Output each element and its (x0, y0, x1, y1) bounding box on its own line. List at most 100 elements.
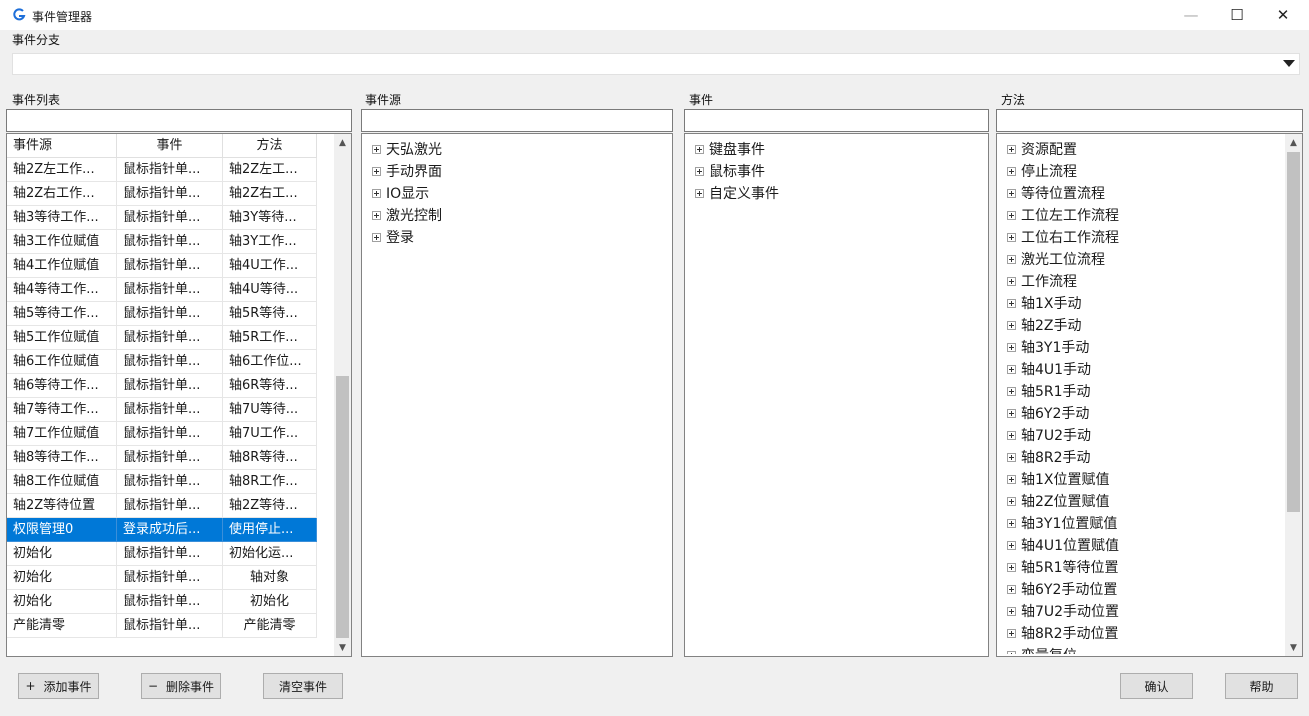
tree-node[interactable]: 轴3Y1位置赋值 (1007, 512, 1119, 534)
tree-node[interactable]: 工位右工作流程 (1007, 226, 1119, 248)
tree-node[interactable]: 资源配置 (1007, 138, 1119, 160)
scroll-down-icon[interactable]: ▼ (1285, 639, 1302, 656)
scroll-up-icon[interactable]: ▲ (334, 134, 351, 151)
event-list-filter-input[interactable] (6, 109, 352, 132)
minimize-icon[interactable]: — (1168, 0, 1214, 30)
chevron-down-icon[interactable] (1283, 60, 1295, 67)
tree-node[interactable]: 激光工位流程 (1007, 248, 1119, 270)
source-filter-input[interactable] (361, 109, 673, 132)
scroll-up-icon[interactable]: ▲ (1285, 134, 1302, 151)
maximize-icon[interactable]: ☐ (1214, 0, 1260, 30)
tree-node[interactable]: 轴7U2手动位置 (1007, 600, 1119, 622)
table-row[interactable]: 权限管理0 登录成功后... 使用停止... (7, 518, 333, 542)
table-row[interactable]: 轴2Z左工作... 鼠标指针单... 轴2Z左工... (7, 158, 333, 182)
expand-icon[interactable] (1007, 320, 1016, 330)
tree-node[interactable]: 自定义事件 (695, 182, 779, 204)
clear-events-button[interactable]: 清空事件 (263, 673, 343, 699)
expand-icon[interactable] (1007, 254, 1016, 264)
event-list-scrollbar[interactable]: ▲ ▼ (334, 134, 351, 656)
tree-node[interactable]: 轴3Y1手动 (1007, 336, 1119, 358)
tree-node[interactable]: 轴2Z手动 (1007, 314, 1119, 336)
tree-node[interactable]: 轴6Y2手动位置 (1007, 578, 1119, 600)
method-filter-input[interactable] (996, 109, 1303, 132)
expand-icon[interactable] (1007, 650, 1016, 654)
tree-node[interactable]: 轴5R1等待位置 (1007, 556, 1119, 578)
scrollbar-thumb[interactable] (1287, 152, 1300, 512)
table-row[interactable]: 轴2Z等待位置 鼠标指针单... 轴2Z等待... (7, 494, 333, 518)
expand-icon[interactable] (372, 232, 381, 242)
expand-icon[interactable] (1007, 144, 1016, 154)
tree-node[interactable]: 工作流程 (1007, 270, 1119, 292)
expand-icon[interactable] (1007, 276, 1016, 286)
table-row[interactable]: 初始化 鼠标指针单... 初始化运... (7, 542, 333, 566)
expand-icon[interactable] (1007, 562, 1016, 572)
tree-node[interactable]: 轴5R1手动 (1007, 380, 1119, 402)
tree-node[interactable]: 轴4U1位置赋值 (1007, 534, 1119, 556)
expand-icon[interactable] (1007, 540, 1016, 550)
tree-node[interactable]: 轴1X手动 (1007, 292, 1119, 314)
table-row[interactable]: 轴3工作位赋值 鼠标指针单... 轴3Y工作... (7, 230, 333, 254)
table-row[interactable]: 轴6等待工作... 鼠标指针单... 轴6R等待... (7, 374, 333, 398)
tree-node[interactable]: 轴6Y2手动 (1007, 402, 1119, 424)
tree-node[interactable]: 轴7U2手动 (1007, 424, 1119, 446)
tree-node[interactable]: IO显示 (372, 182, 442, 204)
scrollbar-thumb[interactable] (336, 376, 349, 638)
tree-node[interactable]: 轴2Z位置赋值 (1007, 490, 1119, 512)
tree-node[interactable]: 轴4U1手动 (1007, 358, 1119, 380)
expand-icon[interactable] (1007, 232, 1016, 242)
tree-node[interactable]: 轴8R2手动 (1007, 446, 1119, 468)
event-filter-input[interactable] (684, 109, 989, 132)
tree-node[interactable]: 工位左工作流程 (1007, 204, 1119, 226)
expand-icon[interactable] (1007, 386, 1016, 396)
expand-icon[interactable] (695, 166, 704, 176)
expand-icon[interactable] (1007, 188, 1016, 198)
tree-node[interactable]: 轴8R2手动位置 (1007, 622, 1119, 644)
column-header-method[interactable]: 方法 (223, 134, 317, 158)
expand-icon[interactable] (1007, 166, 1016, 176)
table-row[interactable]: 轴5工作位赋值 鼠标指针单... 轴5R工作... (7, 326, 333, 350)
expand-icon[interactable] (1007, 342, 1016, 352)
table-row[interactable]: 轴4等待工作... 鼠标指针单... 轴4U等待... (7, 278, 333, 302)
confirm-button[interactable]: 确认 (1120, 673, 1193, 699)
add-event-button[interactable]: + 添加事件 (18, 673, 99, 699)
expand-icon[interactable] (1007, 518, 1016, 528)
table-row[interactable]: 产能清零 鼠标指针单... 产能清零 (7, 614, 333, 638)
tree-node[interactable]: 天弘激光 (372, 138, 442, 160)
column-header-source[interactable]: 事件源 (7, 134, 117, 158)
table-row[interactable]: 轴7工作位赋值 鼠标指针单... 轴7U工作... (7, 422, 333, 446)
tree-node[interactable]: 键盘事件 (695, 138, 779, 160)
expand-icon[interactable] (695, 144, 704, 154)
table-row[interactable]: 轴3等待工作... 鼠标指针单... 轴3Y等待... (7, 206, 333, 230)
expand-icon[interactable] (1007, 210, 1016, 220)
table-row[interactable]: 轴7等待工作... 鼠标指针单... 轴7U等待... (7, 398, 333, 422)
branch-select[interactable] (12, 53, 1300, 75)
tree-node[interactable]: 鼠标事件 (695, 160, 779, 182)
expand-icon[interactable] (1007, 496, 1016, 506)
table-row[interactable]: 轴8工作位赋值 鼠标指针单... 轴8R工作... (7, 470, 333, 494)
tree-node[interactable]: 轴1X位置赋值 (1007, 468, 1119, 490)
expand-icon[interactable] (1007, 474, 1016, 484)
delete-event-button[interactable]: − 删除事件 (141, 673, 221, 699)
expand-icon[interactable] (1007, 430, 1016, 440)
tree-node[interactable]: 变量复位 (1007, 644, 1119, 654)
table-row[interactable]: 轴8等待工作... 鼠标指针单... 轴8R等待... (7, 446, 333, 470)
table-row[interactable]: 初始化 鼠标指针单... 轴对象 (7, 566, 333, 590)
method-scrollbar[interactable]: ▲ ▼ (1285, 134, 1302, 656)
expand-icon[interactable] (372, 144, 381, 154)
expand-icon[interactable] (372, 210, 381, 220)
expand-icon[interactable] (372, 188, 381, 198)
table-row[interactable]: 初始化 鼠标指针单... 初始化 (7, 590, 333, 614)
tree-node[interactable]: 激光控制 (372, 204, 442, 226)
table-row[interactable]: 轴6工作位赋值 鼠标指针单... 轴6工作位... (7, 350, 333, 374)
expand-icon[interactable] (1007, 298, 1016, 308)
tree-node[interactable]: 等待位置流程 (1007, 182, 1119, 204)
column-header-event[interactable]: 事件 (117, 134, 223, 158)
table-row[interactable]: 轴2Z右工作... 鼠标指针单... 轴2Z右工... (7, 182, 333, 206)
expand-icon[interactable] (1007, 606, 1016, 616)
expand-icon[interactable] (1007, 628, 1016, 638)
close-icon[interactable]: ✕ (1260, 0, 1306, 30)
expand-icon[interactable] (372, 166, 381, 176)
tree-node[interactable]: 手动界面 (372, 160, 442, 182)
scroll-down-icon[interactable]: ▼ (334, 639, 351, 656)
tree-node[interactable]: 停止流程 (1007, 160, 1119, 182)
